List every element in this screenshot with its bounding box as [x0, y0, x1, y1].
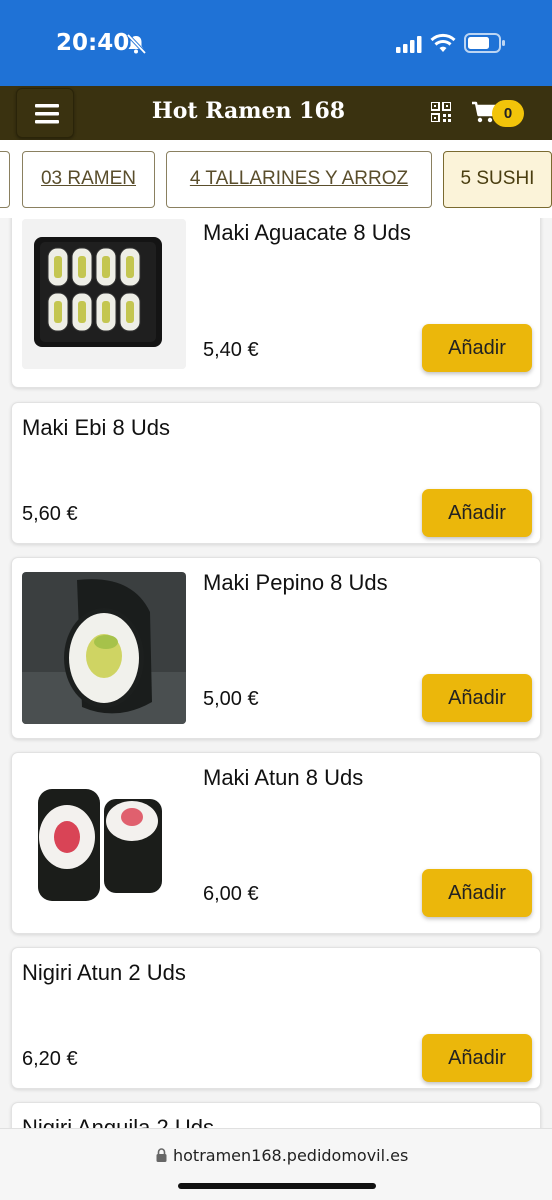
product-name: Nigiri Anguila 2 Uds — [22, 1115, 214, 1128]
status-time: 20:40 — [56, 30, 130, 56]
tab-4-tallarines-y-arroz[interactable]: 4 TALLARINES Y ARROZ — [166, 151, 432, 208]
product-name: Nigiri Atun 2 Uds — [22, 960, 186, 985]
add-button[interactable]: Añadir — [422, 674, 532, 722]
product-image — [22, 572, 186, 724]
lock-icon — [156, 1148, 167, 1162]
product-card: Maki Aguacate 8 Uds 5,40 € Añadir — [11, 218, 541, 388]
add-button[interactable]: Añadir — [422, 489, 532, 537]
add-button[interactable]: Añadir — [422, 1034, 532, 1082]
product-name: Maki Pepino 8 Uds — [203, 570, 388, 595]
wifi-icon — [430, 33, 456, 52]
product-price: 6,00 € — [203, 883, 259, 905]
tab-previous[interactable] — [0, 151, 10, 208]
add-button[interactable]: Añadir — [422, 869, 532, 917]
app-title: Hot Ramen 168 — [151, 98, 346, 124]
product-list: Maki Aguacate 8 Uds 5,40 € Añadir Maki E… — [0, 218, 552, 1128]
product-card: Maki Ebi 8 Uds 5,60 € Añadir — [11, 402, 541, 544]
status-bar: 20:40 — [0, 0, 552, 86]
tab-03-ramen[interactable]: 03 RAMEN — [22, 151, 155, 208]
browser-url-bar[interactable]: hotramen168.pedidomovil.es — [0, 1128, 552, 1200]
product-name: Maki Aguacate 8 Uds — [203, 220, 411, 245]
product-price: 5,00 € — [203, 688, 259, 710]
product-card: Maki Atun 8 Uds 6,00 € Añadir — [11, 752, 541, 934]
product-image — [22, 219, 186, 369]
product-name: Maki Atun 8 Uds — [203, 765, 364, 790]
add-button[interactable]: Añadir — [422, 324, 532, 372]
cellular-signal-icon — [396, 36, 422, 53]
product-card: Maki Pepino 8 Uds 5,00 € Añadir — [11, 557, 541, 739]
product-image — [22, 767, 186, 919]
product-card: Nigiri Anguila 2 Uds — [11, 1102, 541, 1128]
product-price: 5,40 € — [203, 339, 259, 361]
category-tabs: 03 RAMEN 4 TALLARINES Y ARROZ 5 SUSHI — [0, 140, 552, 218]
app-header: Hot Ramen 168 0 — [0, 86, 552, 140]
home-indicator[interactable] — [178, 1183, 376, 1189]
product-price: 5,60 € — [22, 503, 78, 525]
product-price: 6,20 € — [22, 1048, 78, 1070]
qr-code-icon[interactable] — [431, 102, 451, 122]
bell-muted-icon — [126, 33, 147, 55]
tab-5-sushi[interactable]: 5 SUSHI — [443, 151, 552, 208]
battery-icon — [464, 33, 505, 53]
url-text: hotramen168.pedidomovil.es — [173, 1146, 409, 1165]
product-card: Nigiri Atun 2 Uds 6,20 € Añadir — [11, 947, 541, 1089]
product-name: Maki Ebi 8 Uds — [22, 415, 170, 440]
cart-count-badge: 0 — [492, 100, 524, 127]
